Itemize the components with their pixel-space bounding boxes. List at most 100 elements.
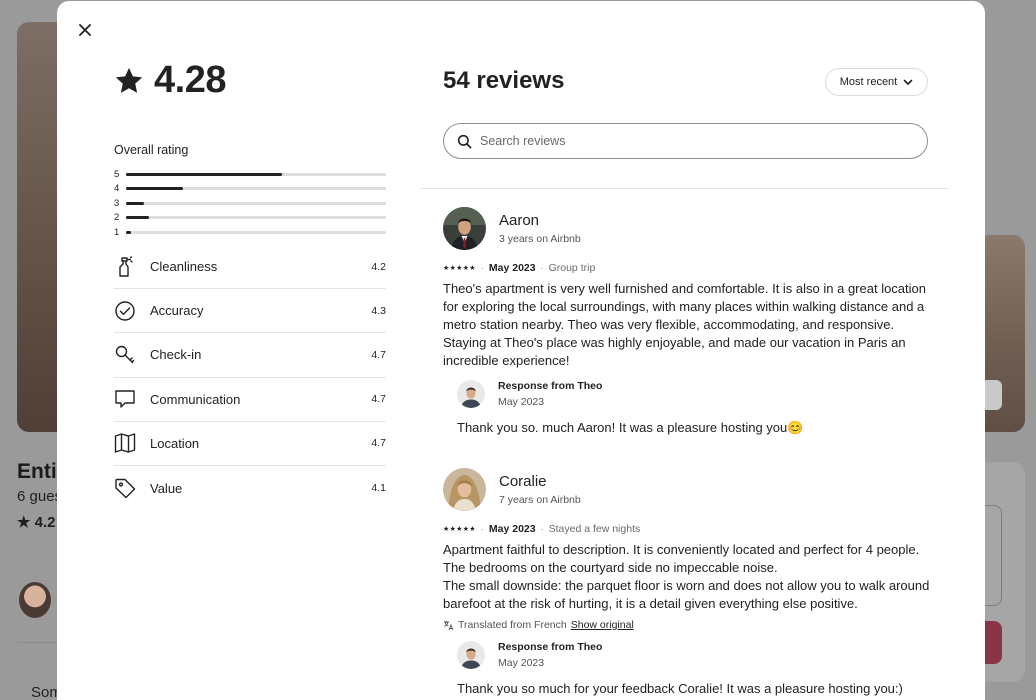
reviewer-name: Aaron: [499, 212, 540, 229]
search-icon: [457, 134, 472, 148]
category-score: 4.1: [371, 482, 386, 495]
host-avatar: [19, 582, 51, 618]
distribution-row: 1: [114, 225, 386, 240]
listing-photo: [17, 22, 62, 432]
search-reviews-field[interactable]: [443, 123, 928, 159]
separator-dot: ·: [480, 524, 484, 534]
reserve-button: [985, 621, 1002, 664]
distribution-bar: [126, 187, 386, 191]
star-icon: [115, 67, 143, 93]
review-meta: ★★★★★ · May 2023 · Group trip: [443, 262, 933, 274]
distribution-bar-fill: [126, 187, 184, 191]
search-reviews-input[interactable]: [480, 134, 900, 148]
host-avatar[interactable]: [457, 380, 485, 408]
category-location: Location 4.7: [114, 422, 386, 466]
sort-dropdown[interactable]: Most recent: [825, 68, 928, 96]
category-label: Check-in: [150, 347, 202, 363]
category-communication: Communication 4.7: [114, 378, 386, 422]
distribution-bar: [126, 216, 386, 220]
category-score: 4.7: [371, 393, 386, 406]
review-text-line: Apartment faithful to description. It is…: [443, 542, 920, 575]
review-trip-type: Group trip: [548, 262, 596, 274]
key-icon: [114, 344, 136, 366]
distribution-bar-fill: [126, 172, 282, 176]
review-text: Apartment faithful to description. It is…: [443, 541, 933, 613]
overall-rating-label: Overall rating: [114, 143, 189, 157]
show-original-link[interactable]: Show original: [571, 619, 634, 631]
review-stars: ★★★★★: [443, 526, 476, 533]
distribution-row: 4: [114, 182, 386, 197]
reviews-modal: 4.28 Overall rating 5 4 3 2 1 Cleanlines…: [57, 1, 985, 700]
category-value: Value 4.1: [114, 466, 386, 510]
overall-score-value: 4.28: [154, 59, 226, 101]
category-score: 4.3: [371, 304, 386, 317]
review-stars: ★★★★★: [443, 265, 476, 272]
reviewer-header: Coralie 7 years on Airbnb: [443, 468, 933, 511]
review-text: Theo's apartment is very well furnished …: [443, 281, 926, 368]
reviewer-avatar[interactable]: [443, 468, 486, 511]
separator-dot: ·: [480, 263, 484, 273]
host-response-header: Response from Theo May 2023: [457, 380, 933, 408]
reviewer-name: Coralie: [499, 473, 547, 490]
separator-dot: ·: [540, 524, 544, 534]
tag-icon: [114, 477, 136, 499]
category-accuracy: Accuracy 4.3: [114, 289, 386, 334]
spray-bottle-icon: [114, 255, 136, 278]
category-ratings: Cleanliness 4.2 Accuracy 4.3 Check-in 4.…: [114, 245, 386, 510]
distribution-bar-fill: [126, 216, 150, 220]
distribution-bar: [126, 230, 386, 234]
category-label: Accuracy: [150, 303, 204, 319]
reviews-count-title: 54 reviews: [443, 67, 565, 94]
close-icon: [79, 24, 91, 36]
reviewer-tenure: 3 years on Airbnb: [499, 233, 581, 245]
host-response: Response from Theo May 2023 Thank you so…: [457, 380, 933, 437]
listing-rating-value: 4.2: [34, 514, 56, 531]
message-icon: [114, 388, 136, 410]
distribution-star-label: 3: [114, 197, 120, 209]
host-avatar[interactable]: [457, 641, 485, 669]
distribution-star-label: 5: [114, 168, 120, 180]
response-text: Thank you so much for your feedback Cora…: [457, 681, 903, 696]
review-meta: ★★★★★ · May 2023 · Stayed a few nights: [443, 523, 933, 535]
category-label: Cleanliness: [150, 259, 218, 275]
review-date: May 2023: [488, 262, 536, 274]
show-photos-button: [985, 380, 1002, 410]
response-text: Thank you so. much Aaron! It was a pleas…: [457, 420, 804, 435]
category-score: 4.7: [371, 437, 386, 450]
category-check-in: Check-in 4.7: [114, 333, 386, 378]
review-item: Aaron 3 years on Airbnb ★★★★★ · May 2023…: [443, 207, 933, 437]
distribution-bar: [126, 201, 386, 205]
category-cleanliness: Cleanliness 4.2: [114, 245, 386, 290]
divider: [421, 188, 949, 189]
distribution-row: 5: [114, 167, 386, 182]
distribution-star-label: 1: [114, 226, 120, 238]
reviewer-header: Aaron 3 years on Airbnb: [443, 207, 933, 250]
listing-rating: ★ 4.2: [17, 514, 56, 531]
reviewer-avatar[interactable]: [443, 207, 486, 250]
translation-note: Translated from French Show original: [443, 619, 933, 631]
translate-icon: [444, 620, 454, 630]
rating-distribution: 5 4 3 2 1: [114, 167, 386, 240]
review-date: May 2023: [488, 523, 536, 535]
category-label: Value: [150, 480, 183, 496]
chevron-down-icon: [903, 79, 913, 85]
host-response-header: Response from Theo May 2023: [457, 641, 933, 669]
distribution-bar-fill: [126, 230, 132, 234]
listing-subtitle: 6 gues: [17, 488, 63, 505]
response-date: May 2023: [498, 657, 545, 669]
listing-title: Enti: [17, 460, 57, 483]
review-item: Coralie 7 years on Airbnb ★★★★★ · May 20…: [443, 468, 933, 698]
category-label: Location: [150, 435, 200, 451]
map-icon: [114, 432, 136, 454]
divider: [17, 642, 57, 643]
category-score: 4.7: [371, 348, 386, 361]
close-button[interactable]: [74, 19, 96, 41]
distribution-star-label: 4: [114, 183, 120, 195]
distribution-row: 3: [114, 196, 386, 211]
review-text-line: The small downside: the parquet floor is…: [443, 578, 930, 611]
category-score: 4.2: [371, 260, 386, 273]
distribution-row: 2: [114, 211, 386, 226]
review-trip-type: Stayed a few nights: [548, 523, 641, 535]
separator-dot: ·: [540, 263, 544, 273]
reviewer-tenure: 7 years on Airbnb: [499, 494, 581, 506]
